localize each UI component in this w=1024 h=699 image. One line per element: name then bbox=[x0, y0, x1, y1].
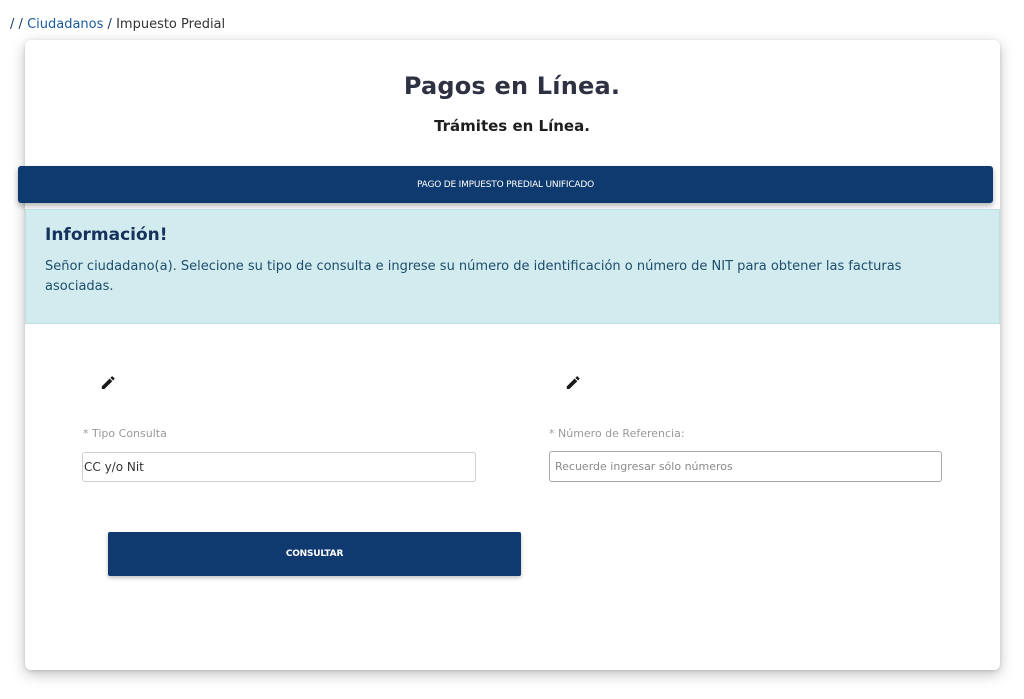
breadcrumb-separator: / bbox=[10, 17, 15, 32]
info-alert-title: Información! bbox=[45, 225, 168, 245]
tipo-consulta-select[interactable]: CC y/o Nit bbox=[82, 452, 476, 482]
breadcrumb-link-ciudadanos[interactable]: Ciudadanos bbox=[27, 17, 103, 32]
page-subtitle: Trámites en Línea. bbox=[434, 117, 590, 135]
section-banner-label: PAGO DE IMPUESTO PREDIAL UNIFICADO bbox=[417, 179, 594, 190]
section-banner: PAGO DE IMPUESTO PREDIAL UNIFICADO bbox=[18, 166, 993, 203]
breadcrumb-separator: / bbox=[107, 17, 112, 32]
consultar-button[interactable]: CONSULTAR bbox=[108, 532, 521, 576]
breadcrumb-current: Impuesto Predial bbox=[116, 17, 226, 32]
info-alert: Información! Señor ciudadano(a). Selecio… bbox=[25, 209, 1000, 324]
breadcrumb-separator: / bbox=[18, 17, 23, 32]
numero-referencia-input[interactable] bbox=[549, 451, 942, 482]
pencil-icon bbox=[563, 375, 583, 395]
numero-referencia-label: * Número de Referencia: bbox=[549, 427, 685, 440]
info-alert-text: Señor ciudadano(a). Selecione su tipo de… bbox=[45, 259, 902, 294]
breadcrumb: / / Ciudadanos / Impuesto Predial bbox=[10, 17, 225, 32]
tipo-consulta-label: * Tipo Consulta bbox=[83, 427, 167, 440]
pencil-icon bbox=[98, 375, 118, 395]
page-title: Pagos en Línea. bbox=[403, 72, 621, 100]
tipo-consulta-value: CC y/o Nit bbox=[84, 460, 144, 474]
